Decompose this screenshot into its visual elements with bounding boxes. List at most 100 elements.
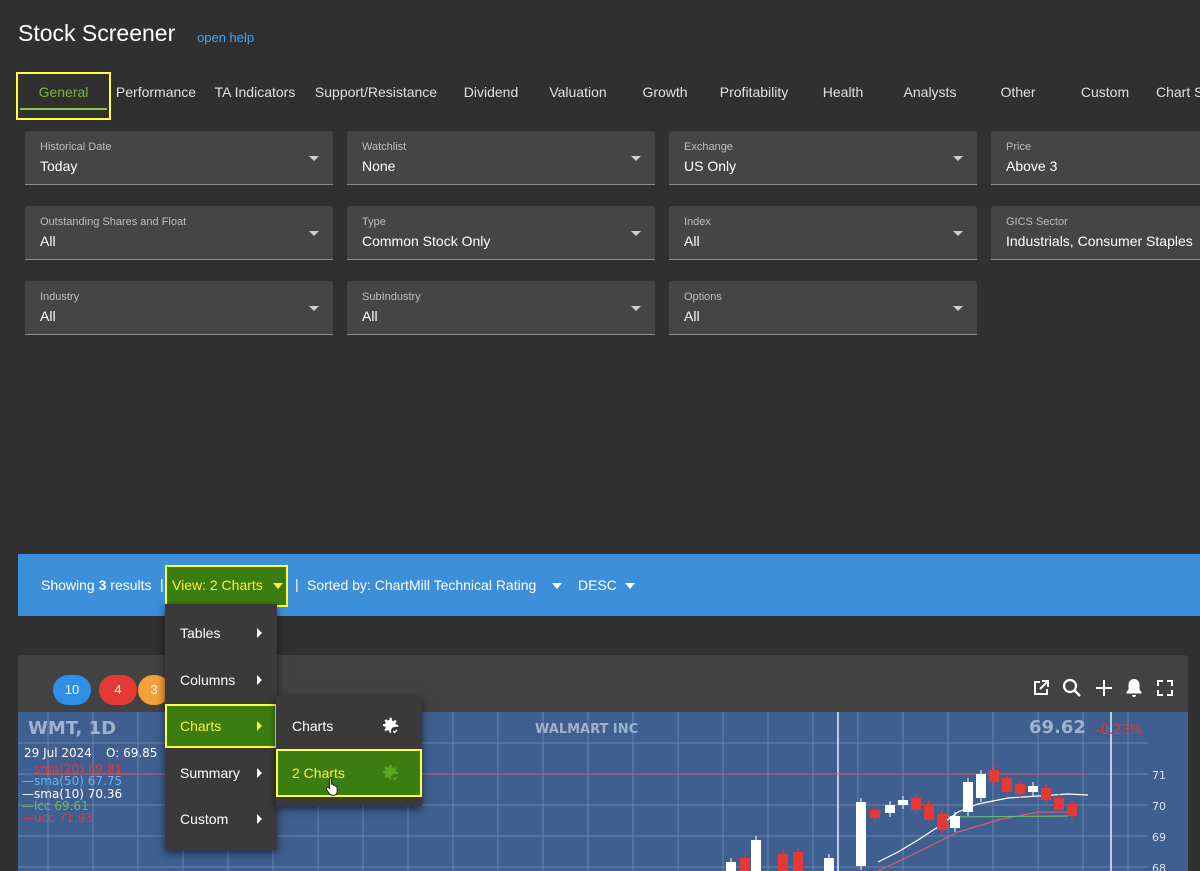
tab-ta-indicators[interactable]: TA Indicators (212, 72, 298, 120)
sort-by-button[interactable]: Sorted by: ChartMill Technical Rating (307, 577, 536, 593)
chevron-right-icon (257, 675, 262, 685)
lcc-line (947, 815, 1069, 818)
tab-profitability[interactable]: Profitability (716, 72, 792, 120)
price-select[interactable]: Price Above 3 (991, 131, 1200, 185)
tab-health[interactable]: Health (820, 72, 866, 120)
options-value: All (684, 308, 700, 324)
tab-performance[interactable]: Performance (114, 72, 198, 120)
menu-item-summary[interactable]: Summary (165, 751, 277, 795)
chart-price: 69.62 (1029, 717, 1086, 738)
subindustry-select[interactable]: SubIndustry All (347, 281, 655, 335)
view-menu: Tables Columns Charts Summary Custom (165, 604, 277, 850)
open-help-link[interactable]: open help (197, 30, 254, 45)
candle-body (885, 805, 895, 813)
charts-submenu: Charts 2 Charts (276, 696, 422, 806)
open-external-icon[interactable] (1029, 676, 1053, 700)
chevron-right-icon (257, 814, 262, 824)
chart-date: 29 Jul 2024 (24, 746, 92, 760)
separator: | (295, 576, 299, 592)
watchlist-select[interactable]: Watchlist None (347, 131, 655, 185)
watchlist-value: None (362, 158, 396, 174)
submenu-item-2-charts[interactable]: 2 Charts (276, 749, 422, 797)
showing-suffix: results (110, 577, 152, 593)
tab-support-resistance[interactable]: Support/Resistance (312, 72, 440, 120)
industry-label: Industry (40, 291, 80, 303)
order-caret-down-icon[interactable] (625, 583, 635, 589)
exchange-value: US Only (684, 158, 737, 174)
candle-body (1067, 804, 1077, 816)
plus-icon[interactable] (1092, 676, 1116, 700)
type-value: Common Stock Only (362, 233, 491, 249)
fullscreen-icon[interactable] (1153, 676, 1177, 700)
submenu-item-charts[interactable]: Charts (276, 702, 422, 750)
submenu-item-label: Charts (292, 718, 334, 734)
sort-order-button[interactable]: DESC (578, 577, 617, 593)
candle-body (856, 802, 866, 866)
options-select[interactable]: Options All (669, 281, 977, 335)
showing-results-text: Showing 3 results (41, 577, 152, 593)
y-tick: 71 (1152, 769, 1166, 782)
chart-company-name: WALMART INC (535, 722, 638, 737)
candle-body (989, 770, 999, 782)
indicator-ucc: —ucc 71.93 (22, 811, 93, 825)
index-select[interactable]: Index All (669, 206, 977, 260)
candlesticks (726, 766, 1077, 871)
tab-general[interactable]: General (16, 72, 111, 120)
candle-body (924, 804, 934, 820)
type-select[interactable]: Type Common Stock Only (347, 206, 655, 260)
gics-sector-value: Industrials, Consumer Staples (1006, 233, 1193, 249)
candle-body (937, 814, 947, 830)
showing-prefix: Showing (41, 577, 95, 593)
exchange-select[interactable]: Exchange US Only (669, 131, 977, 185)
watchlist-label: Watchlist (362, 141, 407, 153)
menu-item-tables[interactable]: Tables (165, 611, 277, 655)
candle-body (793, 852, 803, 871)
dropdown-arrow-icon (631, 156, 641, 161)
menu-item-label: Columns (180, 672, 236, 688)
price-label: Price (1006, 141, 1032, 153)
dropdown-arrow-icon (309, 156, 319, 161)
menu-item-label: Summary (180, 765, 240, 781)
sort-caret-down-icon[interactable] (552, 583, 562, 589)
view-dropdown-button[interactable]: View: 2 Charts (165, 565, 288, 607)
settings-gear-icon[interactable] (379, 762, 401, 784)
stock-screener-page: Stock Screener open help General Perform… (0, 0, 1200, 871)
tab-chart-settings[interactable]: Chart S (1156, 72, 1200, 120)
tab-custom[interactable]: Custom (1079, 72, 1131, 120)
industry-select[interactable]: Industry All (25, 281, 333, 335)
menu-item-custom[interactable]: Custom (165, 797, 277, 841)
menu-item-charts[interactable]: Charts (165, 704, 277, 748)
tab-analysts[interactable]: Analysts (901, 72, 959, 120)
candle-body (870, 810, 880, 818)
candle-body (898, 800, 908, 805)
chevron-right-icon (257, 721, 262, 731)
ucc-line (877, 811, 1073, 871)
bell-icon[interactable] (1122, 676, 1146, 700)
gics-sector-label: GICS Sector (1006, 216, 1068, 228)
tab-growth[interactable]: Growth (641, 72, 689, 120)
candle-body (950, 816, 960, 828)
candle-body (726, 862, 736, 871)
dropdown-arrow-icon (631, 231, 641, 236)
tab-dividend[interactable]: Dividend (462, 72, 520, 120)
rating-badge-setup[interactable]: 4 (99, 675, 137, 705)
menu-item-columns[interactable]: Columns (165, 658, 277, 702)
type-label: Type (362, 216, 386, 228)
candle-body (824, 858, 834, 871)
gics-sector-select[interactable]: GICS Sector Industrials, Consumer Staple… (991, 206, 1200, 260)
historical-date-select[interactable]: Historical Date Today (25, 131, 333, 185)
tab-valuation[interactable]: Valuation (547, 72, 609, 120)
candle-body (1041, 788, 1051, 800)
candle-body (740, 858, 750, 871)
indicator-sma50: —sma(50) 67.75 (22, 774, 122, 788)
menu-item-label: Tables (180, 625, 221, 641)
tab-other[interactable]: Other (999, 72, 1037, 120)
outstanding-shares-select[interactable]: Outstanding Shares and Float All (25, 206, 333, 260)
settings-gear-icon[interactable] (379, 715, 401, 737)
index-label: Index (684, 216, 711, 228)
y-tick: 70 (1152, 800, 1166, 813)
rating-badge-technical[interactable]: 10 (53, 675, 91, 705)
search-icon[interactable] (1060, 676, 1084, 700)
subindustry-value: All (362, 308, 378, 324)
historical-date-label: Historical Date (40, 141, 112, 153)
